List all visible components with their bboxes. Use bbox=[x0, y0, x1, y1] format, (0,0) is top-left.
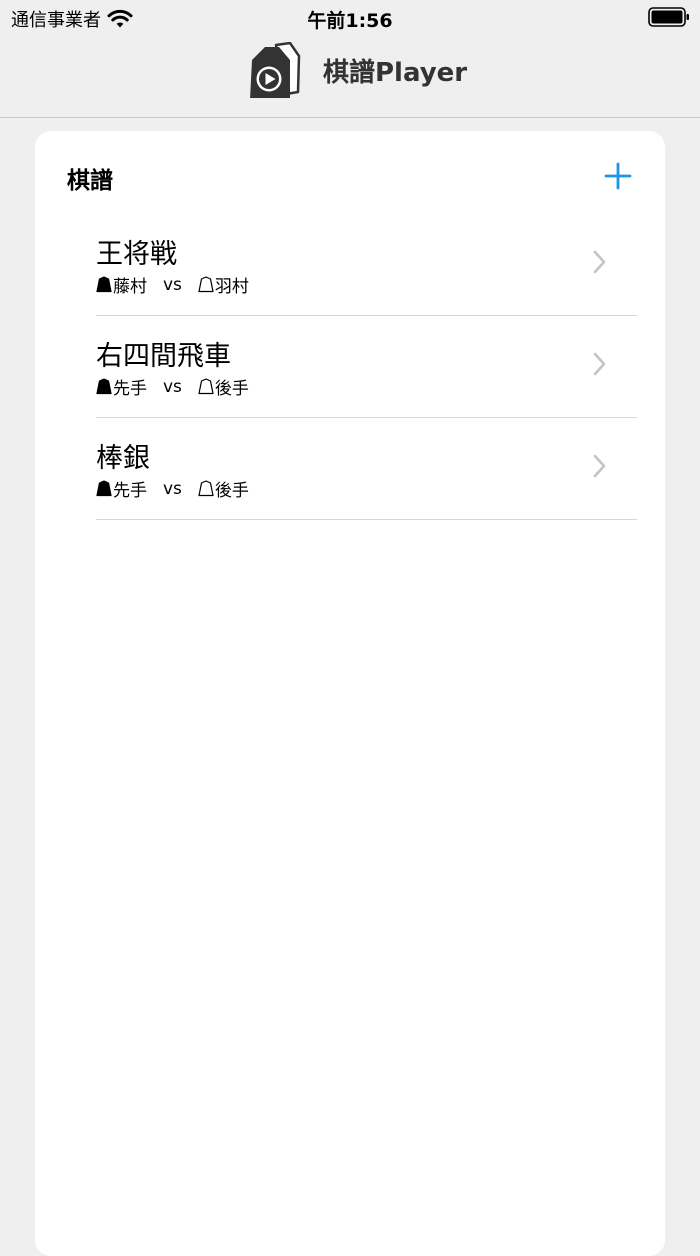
sente-piece-icon bbox=[96, 378, 112, 395]
vs-label: vs bbox=[163, 376, 182, 397]
gote-piece-icon bbox=[198, 378, 214, 395]
app-title: 棋譜Player bbox=[323, 58, 468, 88]
sente-piece-icon bbox=[96, 480, 112, 497]
sente-player-name: 先手 bbox=[113, 379, 147, 399]
chevron-right-icon bbox=[593, 454, 606, 478]
vs-label: vs bbox=[163, 274, 182, 295]
kifu-players: 先手 vs 後手 bbox=[96, 374, 249, 399]
sente-player-name: 先手 bbox=[113, 481, 147, 501]
navigation-bar: 棋譜Player bbox=[0, 36, 700, 118]
battery-icon bbox=[648, 7, 689, 27]
gote-player-name: 後手 bbox=[214, 481, 249, 501]
kifu-list: 王将戦 藤村 vs 羽村 右四間飛車 先手 vs 後手 棒銀 先手 vs 後手 bbox=[96, 214, 637, 520]
list-item[interactable]: 棒銀 先手 vs 後手 bbox=[96, 418, 637, 520]
section-title: 棋譜 bbox=[67, 168, 113, 194]
kifu-title: 棒銀 bbox=[96, 443, 150, 474]
gote-piece-icon bbox=[198, 276, 214, 293]
status-bar: 通信事業者 午前1:56 bbox=[0, 0, 700, 36]
kifu-title: 右四間飛車 bbox=[96, 341, 231, 372]
gote-player-name: 羽村 bbox=[214, 277, 249, 297]
gote-piece-icon bbox=[198, 480, 214, 497]
add-button[interactable] bbox=[601, 159, 635, 193]
app-logo-icon bbox=[250, 42, 301, 98]
kifu-players: 藤村 vs 羽村 bbox=[96, 272, 249, 297]
status-time: 午前1:56 bbox=[307, 10, 393, 32]
list-item[interactable]: 王将戦 藤村 vs 羽村 bbox=[96, 214, 637, 316]
sente-piece-icon bbox=[96, 276, 112, 293]
vs-label: vs bbox=[163, 478, 182, 499]
chevron-right-icon bbox=[593, 352, 606, 376]
list-item[interactable]: 右四間飛車 先手 vs 後手 bbox=[96, 316, 637, 418]
kifu-players: 先手 vs 後手 bbox=[96, 476, 249, 501]
gote-player-name: 後手 bbox=[214, 379, 249, 399]
sente-player-name: 藤村 bbox=[113, 277, 147, 297]
kifu-card: 棋譜 王将戦 藤村 vs 羽村 右四間飛車 先手 vs 後手 棒銀 先手 vs … bbox=[35, 131, 665, 1256]
kifu-title: 王将戦 bbox=[96, 239, 177, 270]
chevron-right-icon bbox=[593, 250, 606, 274]
